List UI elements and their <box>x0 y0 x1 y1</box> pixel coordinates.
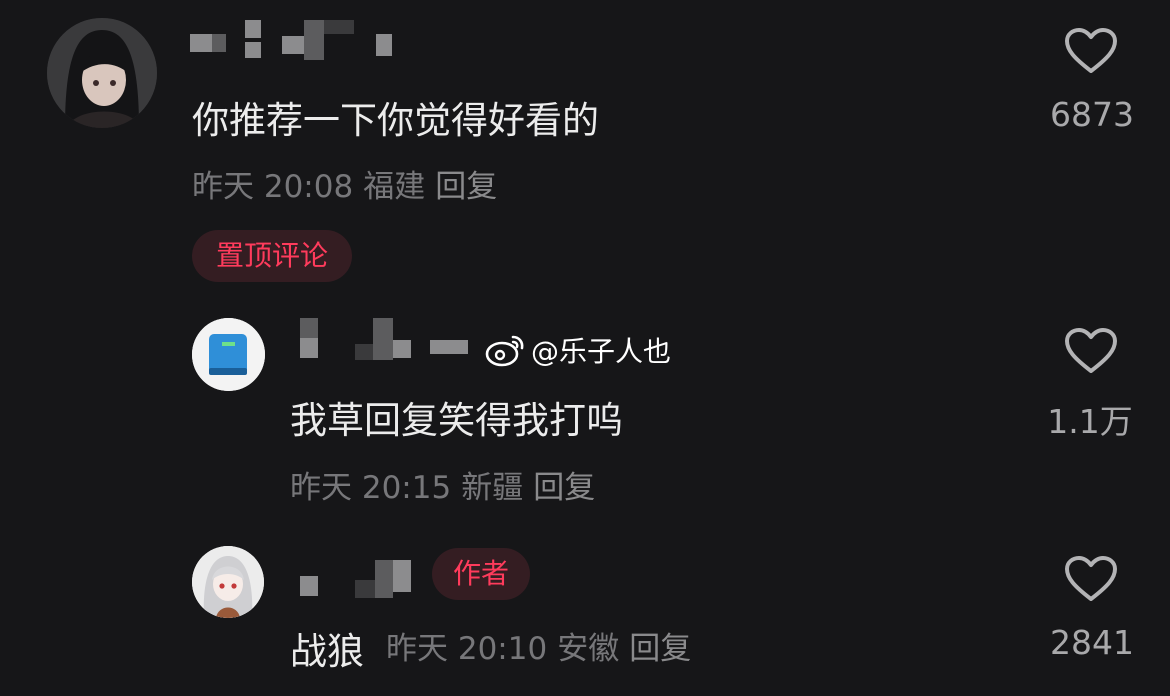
heart-icon[interactable] <box>1064 27 1118 75</box>
comment-time: 昨天 20:10 <box>386 631 548 667</box>
author-badge: 作者 <box>432 548 530 600</box>
username-blurred[interactable] <box>300 556 415 600</box>
comment-time: 昨天 20:15 <box>290 470 452 506</box>
like-count: 2841 <box>1050 623 1134 662</box>
comment-text: 战狼 <box>290 630 364 673</box>
reply-button[interactable]: 回复 <box>435 169 497 205</box>
weibo-icon <box>485 335 524 367</box>
reply-button[interactable]: 回复 <box>533 470 595 506</box>
comment-time: 昨天 20:08 <box>192 169 354 205</box>
watermark: @乐子人也 <box>485 330 671 370</box>
like-count: 1.1万 <box>1047 402 1133 441</box>
dark-haired-girl-icon <box>47 18 157 128</box>
comment-meta: 昨天 20:10 安徽 回复 <box>386 623 701 668</box>
white-haired-girl-icon <box>192 546 264 618</box>
comment-location: 安徽 <box>557 631 620 667</box>
username-blurred[interactable] <box>190 20 395 60</box>
like-count: 6873 <box>1050 95 1134 134</box>
watermark-text: @乐子人也 <box>531 335 672 368</box>
avatar[interactable] <box>192 546 264 618</box>
comment-meta: 昨天 20:15 新疆 回复 <box>290 462 605 507</box>
heart-icon[interactable] <box>1064 327 1118 375</box>
heart-icon[interactable] <box>1064 555 1118 603</box>
pinned-comment-badge: 置顶评论 <box>192 230 352 282</box>
avatar[interactable] <box>192 318 265 391</box>
blue-book-icon <box>192 318 265 391</box>
comment-location: 新疆 <box>461 470 524 506</box>
username-blurred[interactable] <box>300 318 470 362</box>
reply-button[interactable]: 回复 <box>629 631 691 667</box>
comment-location: 福建 <box>363 169 426 205</box>
comment-text: 我草回复笑得我打呜 <box>290 399 623 442</box>
avatar[interactable] <box>47 18 157 128</box>
comment-text: 你推荐一下你觉得好看的 <box>192 99 599 142</box>
comment-meta: 昨天 20:08 福建 回复 <box>192 161 507 206</box>
